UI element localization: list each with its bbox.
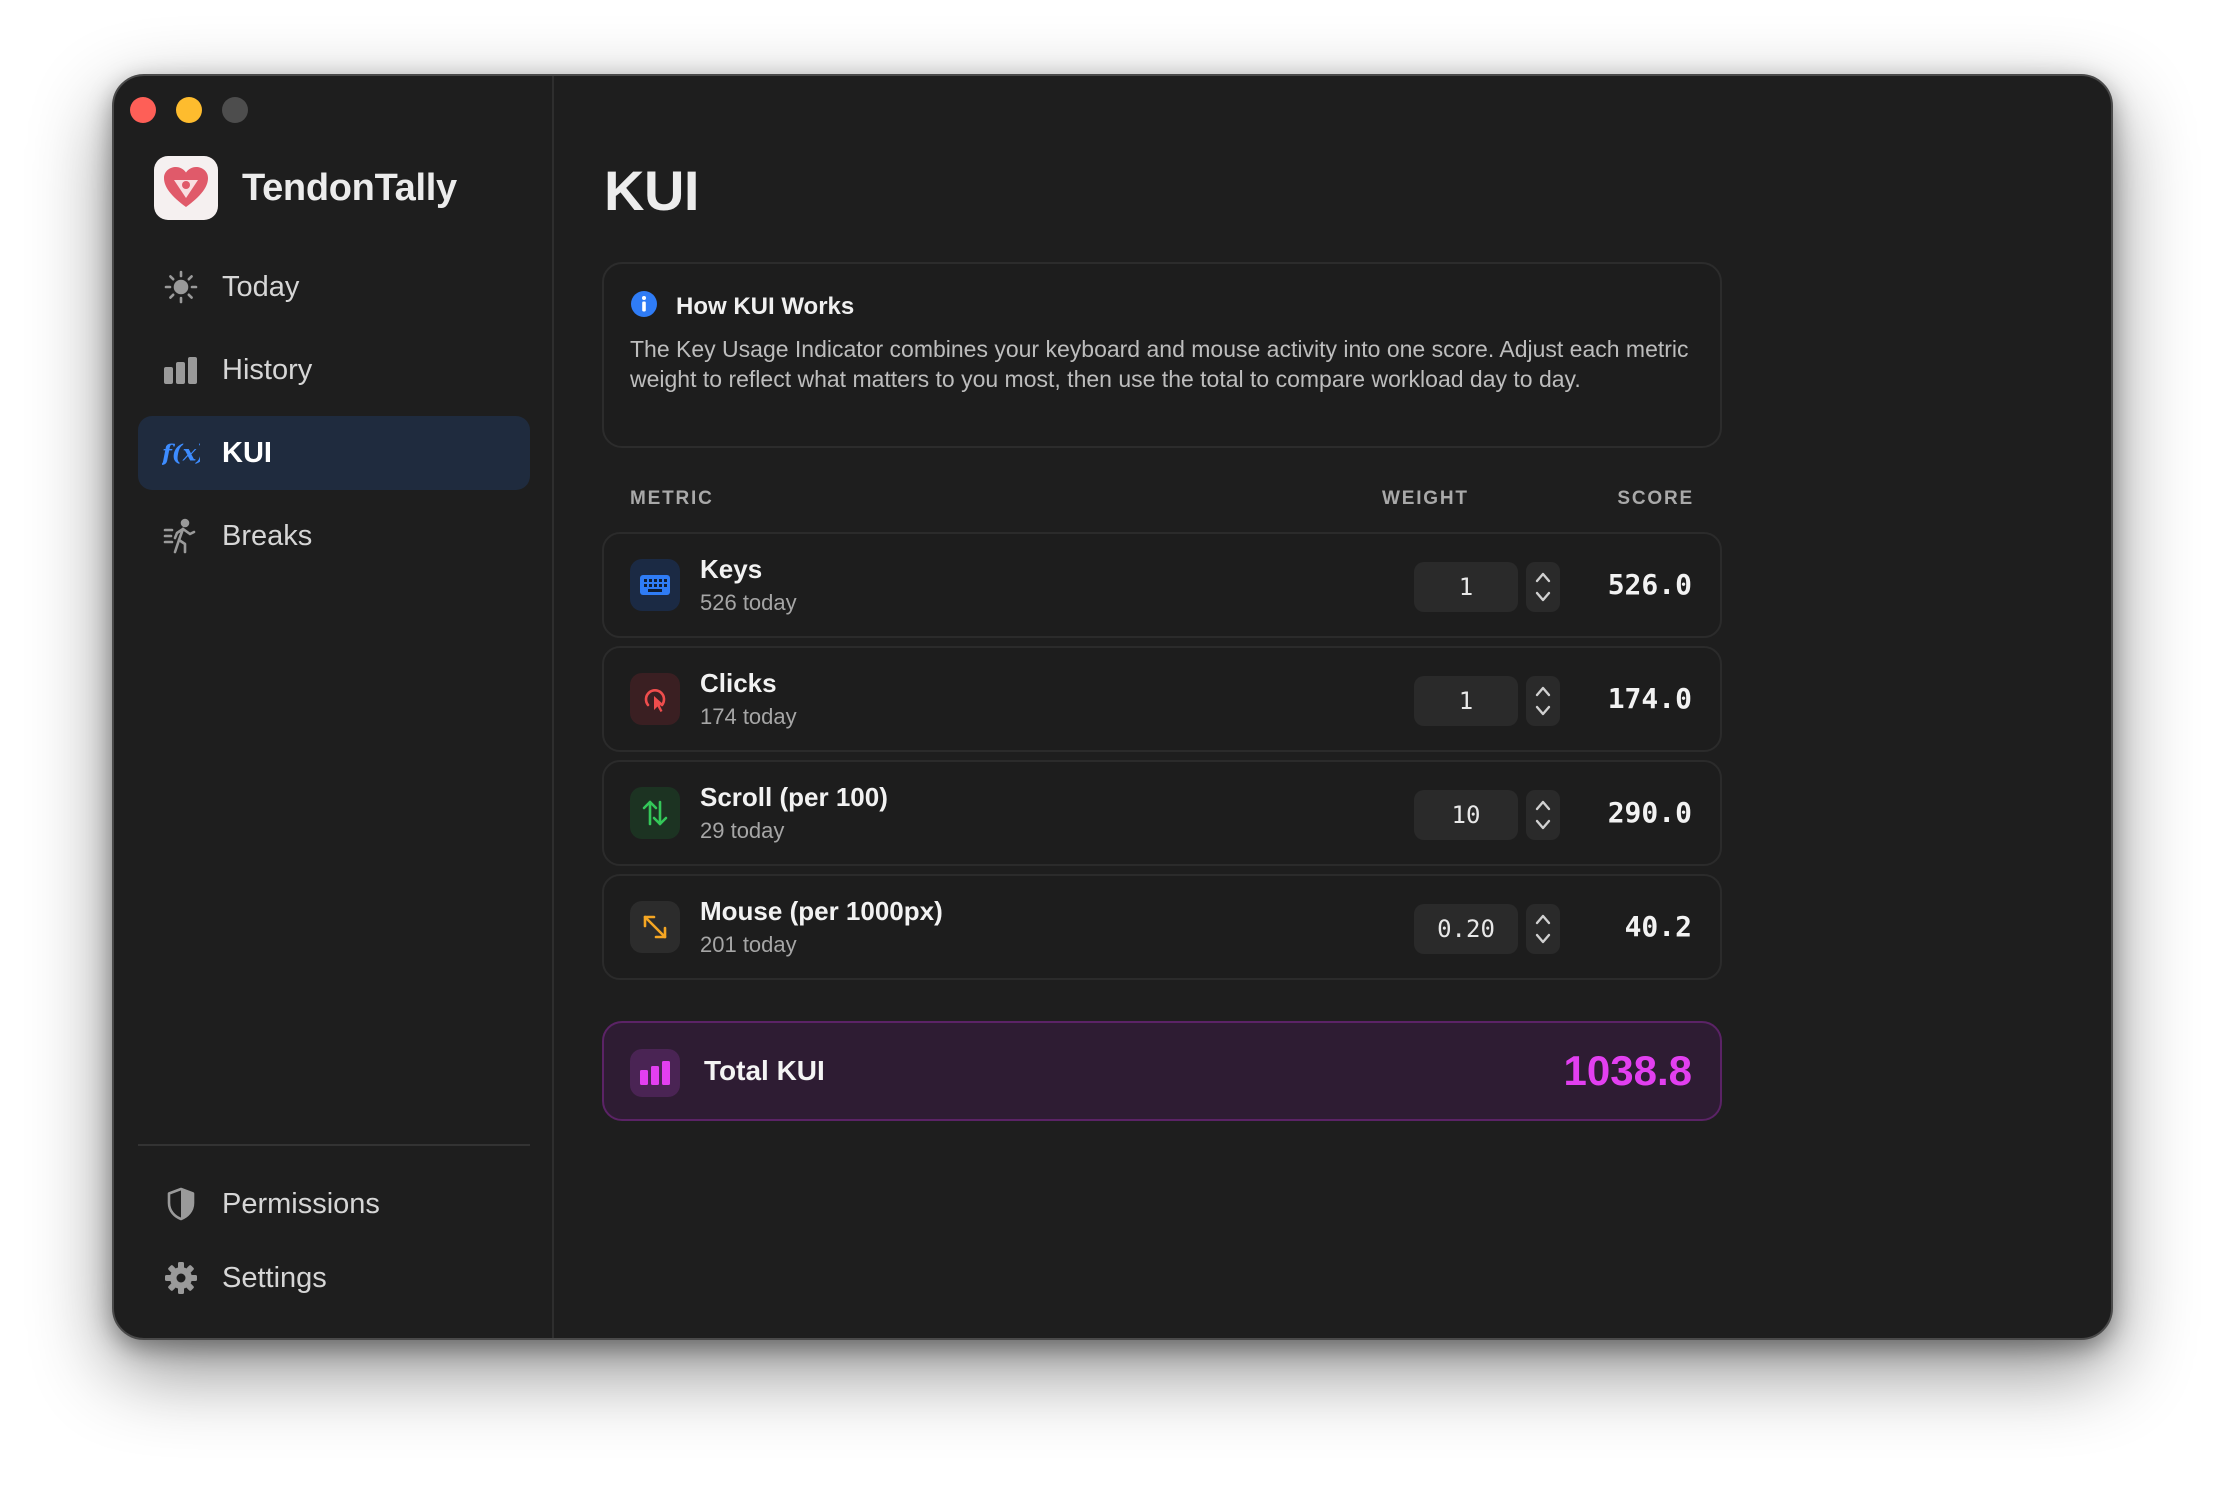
sidebar-item-label: Settings — [222, 1261, 327, 1294]
metric-row-clicks: Clicks 174 today 1 174.0 — [602, 646, 1722, 752]
weight-field[interactable]: 1 — [1414, 562, 1518, 612]
main-content: KUI How KUI Works The Key Usage Indicato… — [554, 76, 2111, 1338]
weight-field[interactable]: 1 — [1414, 676, 1518, 726]
sidebar-item-breaks[interactable]: Breaks — [138, 499, 530, 573]
shield-icon — [162, 1185, 200, 1223]
total-value: 1038.8 — [1563, 1047, 1692, 1094]
sun-icon — [162, 268, 200, 306]
metric-name: Clicks — [700, 668, 777, 698]
weight-field[interactable]: 10 — [1414, 790, 1518, 840]
metric-count: 174 today — [700, 704, 797, 729]
sidebar-nav: Today History ƒ(x) KUI — [138, 250, 530, 582]
bar-chart-icon — [630, 1049, 680, 1097]
column-header-metric: METRIC — [630, 488, 714, 509]
gear-icon — [162, 1259, 200, 1297]
bar-chart-icon — [162, 351, 200, 389]
metric-name: Keys — [700, 554, 763, 584]
metric-name: Scroll (per 100) — [700, 782, 888, 812]
sidebar-item-history[interactable]: History — [138, 333, 530, 407]
sidebar-item-today[interactable]: Today — [138, 250, 530, 324]
sidebar-item-label: History — [222, 353, 313, 386]
total-label: Total KUI — [704, 1055, 825, 1086]
function-icon: ƒ(x) — [162, 434, 200, 472]
metric-row-mouse: Mouse (per 1000px) 201 today 0.20 40.2 — [602, 874, 1722, 980]
metrics-table-header: METRIC WEIGHT SCORE — [602, 488, 1722, 518]
metric-score: 40.2 — [1624, 910, 1692, 943]
metric-name: Mouse (per 1000px) — [700, 896, 943, 926]
diagonal-arrows-icon — [630, 901, 680, 953]
brand: TendonTally — [154, 156, 457, 220]
sidebar: TendonTally Today History ƒ(x KUI Breaks… — [114, 76, 554, 1338]
cursor-click-icon — [630, 673, 680, 725]
metric-score: 526.0 — [1607, 568, 1692, 601]
weight-stepper[interactable] — [1526, 676, 1560, 726]
metric-score: 290.0 — [1607, 796, 1692, 829]
heart-logo-icon — [154, 156, 218, 220]
walking-figure-icon — [162, 517, 200, 555]
page-title: KUI — [604, 159, 699, 222]
sidebar-item-label: Permissions — [222, 1187, 380, 1220]
metric-score: 174.0 — [1607, 682, 1692, 715]
sidebar-divider — [138, 1144, 530, 1146]
total-kui-card: Total KUI 1038.8 — [602, 1021, 1722, 1121]
column-header-score: SCORE — [1617, 488, 1694, 509]
metric-count: 201 today — [700, 932, 797, 957]
info-card: How KUI Works The Key Usage Indicator co… — [602, 262, 1722, 448]
sidebar-item-label: KUI — [222, 436, 272, 469]
sidebar-item-kui[interactable]: ƒ(x) KUI — [138, 416, 530, 490]
metric-count: 29 today — [700, 818, 785, 843]
sidebar-bottom-nav: Permissions Settings — [138, 1171, 530, 1319]
info-body: The Key Usage Indicator combines your ke… — [630, 336, 1689, 392]
weight-field[interactable]: 0.20 — [1414, 904, 1518, 954]
sidebar-item-permissions[interactable]: Permissions — [138, 1171, 530, 1237]
weight-stepper[interactable] — [1526, 790, 1560, 840]
svg-text:ƒ(x): ƒ(x) — [162, 441, 200, 467]
sidebar-item-settings[interactable]: Settings — [138, 1245, 530, 1311]
info-header: How KUI Works — [630, 290, 854, 323]
weight-stepper[interactable] — [1526, 562, 1560, 612]
scroll-arrows-icon — [630, 787, 680, 839]
app-window: TendonTally Today History ƒ(x KUI Breaks… — [112, 74, 2113, 1340]
metric-row-scroll: Scroll (per 100) 29 today 10 290.0 — [602, 760, 1722, 866]
weight-stepper[interactable] — [1526, 904, 1560, 954]
metric-count: 526 today — [700, 590, 797, 615]
column-header-weight: WEIGHT — [1382, 488, 1469, 509]
sidebar-item-label: Today — [222, 270, 300, 303]
sidebar-item-label: Breaks — [222, 519, 313, 552]
keyboard-icon — [630, 559, 680, 611]
info-heading: How KUI Works — [676, 292, 855, 320]
app-name: TendonTally — [242, 166, 457, 209]
info-icon — [630, 290, 658, 323]
metric-row-keys: Keys 526 today 1 526.0 — [602, 532, 1722, 638]
